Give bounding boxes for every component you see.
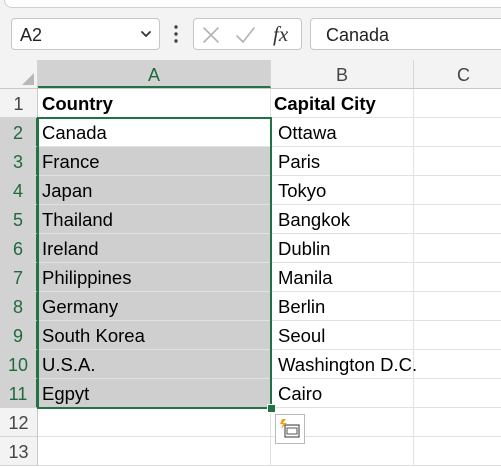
more-options-icon[interactable]: [173, 24, 179, 44]
cell-a[interactable]: [38, 408, 271, 437]
quick-analysis-icon: [280, 419, 300, 438]
row-header[interactable]: 9: [0, 321, 38, 350]
row-header[interactable]: 1: [0, 89, 38, 118]
worksheet-grid: A B C 1 Country Capital City 2 Canada Ottawa 3…: [0, 60, 501, 466]
cell-c[interactable]: [414, 89, 501, 118]
cell-a[interactable]: U.S.A.: [38, 350, 271, 379]
chevron-down-icon[interactable]: [139, 27, 153, 41]
row-header[interactable]: 13: [0, 437, 38, 466]
cell-c[interactable]: [414, 147, 501, 176]
cell-c[interactable]: [414, 234, 501, 263]
cell-c[interactable]: [414, 118, 501, 147]
row-header[interactable]: 6: [0, 234, 38, 263]
row-header[interactable]: 10: [0, 350, 38, 379]
cancel-icon[interactable]: [200, 24, 222, 46]
cell-c[interactable]: [414, 379, 501, 408]
cell-b[interactable]: Cairo: [271, 379, 414, 408]
cell-a[interactable]: Country: [38, 89, 271, 118]
top-strip: [0, 0, 501, 14]
top-search-box[interactable]: [4, 0, 501, 8]
cell-a[interactable]: France: [38, 147, 271, 176]
cell-c[interactable]: [414, 176, 501, 205]
row-header[interactable]: 3: [0, 147, 38, 176]
cell-b[interactable]: Washington D.C.: [271, 350, 417, 379]
cell-b[interactable]: Seoul: [271, 321, 414, 350]
quick-analysis-button[interactable]: [275, 414, 305, 444]
row-header[interactable]: 11: [0, 379, 38, 408]
row-header[interactable]: 12: [0, 408, 38, 437]
cell-a[interactable]: Germany: [38, 292, 271, 321]
fill-handle[interactable]: [267, 404, 276, 413]
insert-function-button[interactable]: fx: [273, 22, 288, 47]
cell-c[interactable]: [414, 437, 501, 466]
cell-b[interactable]: Dublin: [271, 234, 414, 263]
formula-controls: fx: [193, 18, 302, 50]
cell-c[interactable]: [414, 321, 501, 350]
cell-a[interactable]: [38, 437, 271, 466]
check-icon[interactable]: [234, 24, 256, 46]
cell-c[interactable]: [414, 350, 501, 379]
cell-c[interactable]: [414, 205, 501, 234]
cell-a[interactable]: South Korea: [38, 321, 271, 350]
cell-c[interactable]: [414, 263, 501, 292]
cell-b[interactable]: Paris: [271, 147, 414, 176]
cell-b[interactable]: Manila: [271, 263, 414, 292]
cell-a[interactable]: Japan: [38, 176, 271, 205]
cell-b[interactable]: Ottawa: [271, 118, 414, 147]
row-header[interactable]: 2: [0, 118, 38, 147]
column-header-b[interactable]: B: [271, 60, 414, 88]
column-header-a[interactable]: A: [38, 60, 271, 88]
row-header[interactable]: 8: [0, 292, 38, 321]
cell-b[interactable]: Tokyo: [271, 176, 414, 205]
column-header-c[interactable]: C: [414, 60, 501, 88]
cell-a[interactable]: Philippines: [38, 263, 271, 292]
formula-input[interactable]: Canada: [310, 18, 501, 50]
row-header[interactable]: 5: [0, 205, 38, 234]
cell-a[interactable]: Thailand: [38, 205, 271, 234]
column-header-row: A B C: [0, 60, 501, 89]
active-cell[interactable]: Canada: [38, 118, 271, 147]
cell-b[interactable]: Berlin: [271, 292, 414, 321]
name-box[interactable]: A2: [11, 18, 160, 50]
select-all-button[interactable]: [0, 60, 38, 88]
select-all-icon: [22, 73, 34, 85]
name-box-value: A2: [20, 25, 43, 45]
cell-a[interactable]: Ireland: [38, 234, 271, 263]
row-header[interactable]: 4: [0, 176, 38, 205]
cell-c[interactable]: [414, 408, 501, 437]
cell-a[interactable]: Egpyt: [38, 379, 271, 408]
cell-c[interactable]: [414, 292, 501, 321]
cell-b[interactable]: Bangkok: [271, 205, 414, 234]
row-header[interactable]: 7: [0, 263, 38, 292]
cell-b[interactable]: Capital City: [271, 89, 414, 118]
formula-value: Canada: [326, 25, 390, 45]
